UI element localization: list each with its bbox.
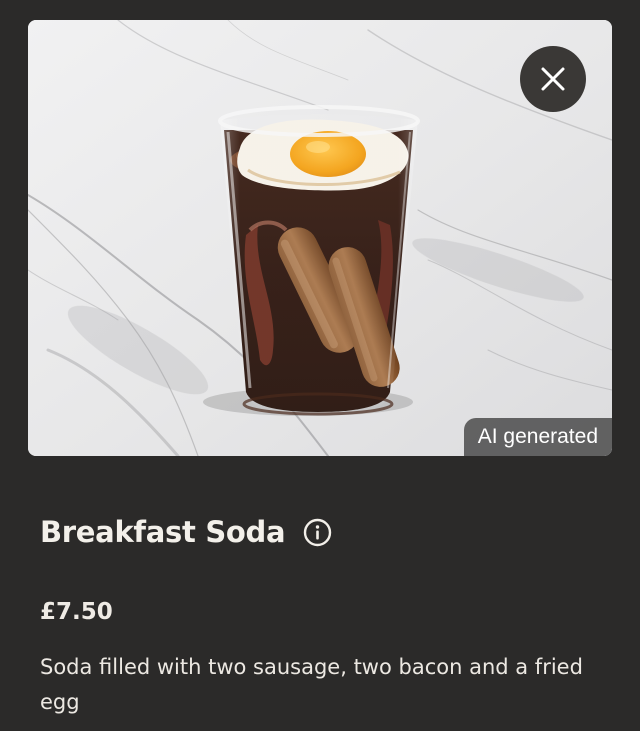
product-price: £7.50 (40, 599, 113, 625)
product-image-card: AI generated (28, 20, 612, 456)
product-description: Soda filled with two sausage, two bacon … (40, 655, 583, 714)
product-title: Breakfast Soda (40, 515, 286, 549)
ai-generated-badge: AI generated (463, 418, 612, 456)
product-title-row: Breakfast Soda (40, 512, 332, 552)
info-icon[interactable] (303, 518, 332, 547)
close-icon (541, 67, 565, 91)
close-button[interactable] (520, 46, 586, 112)
